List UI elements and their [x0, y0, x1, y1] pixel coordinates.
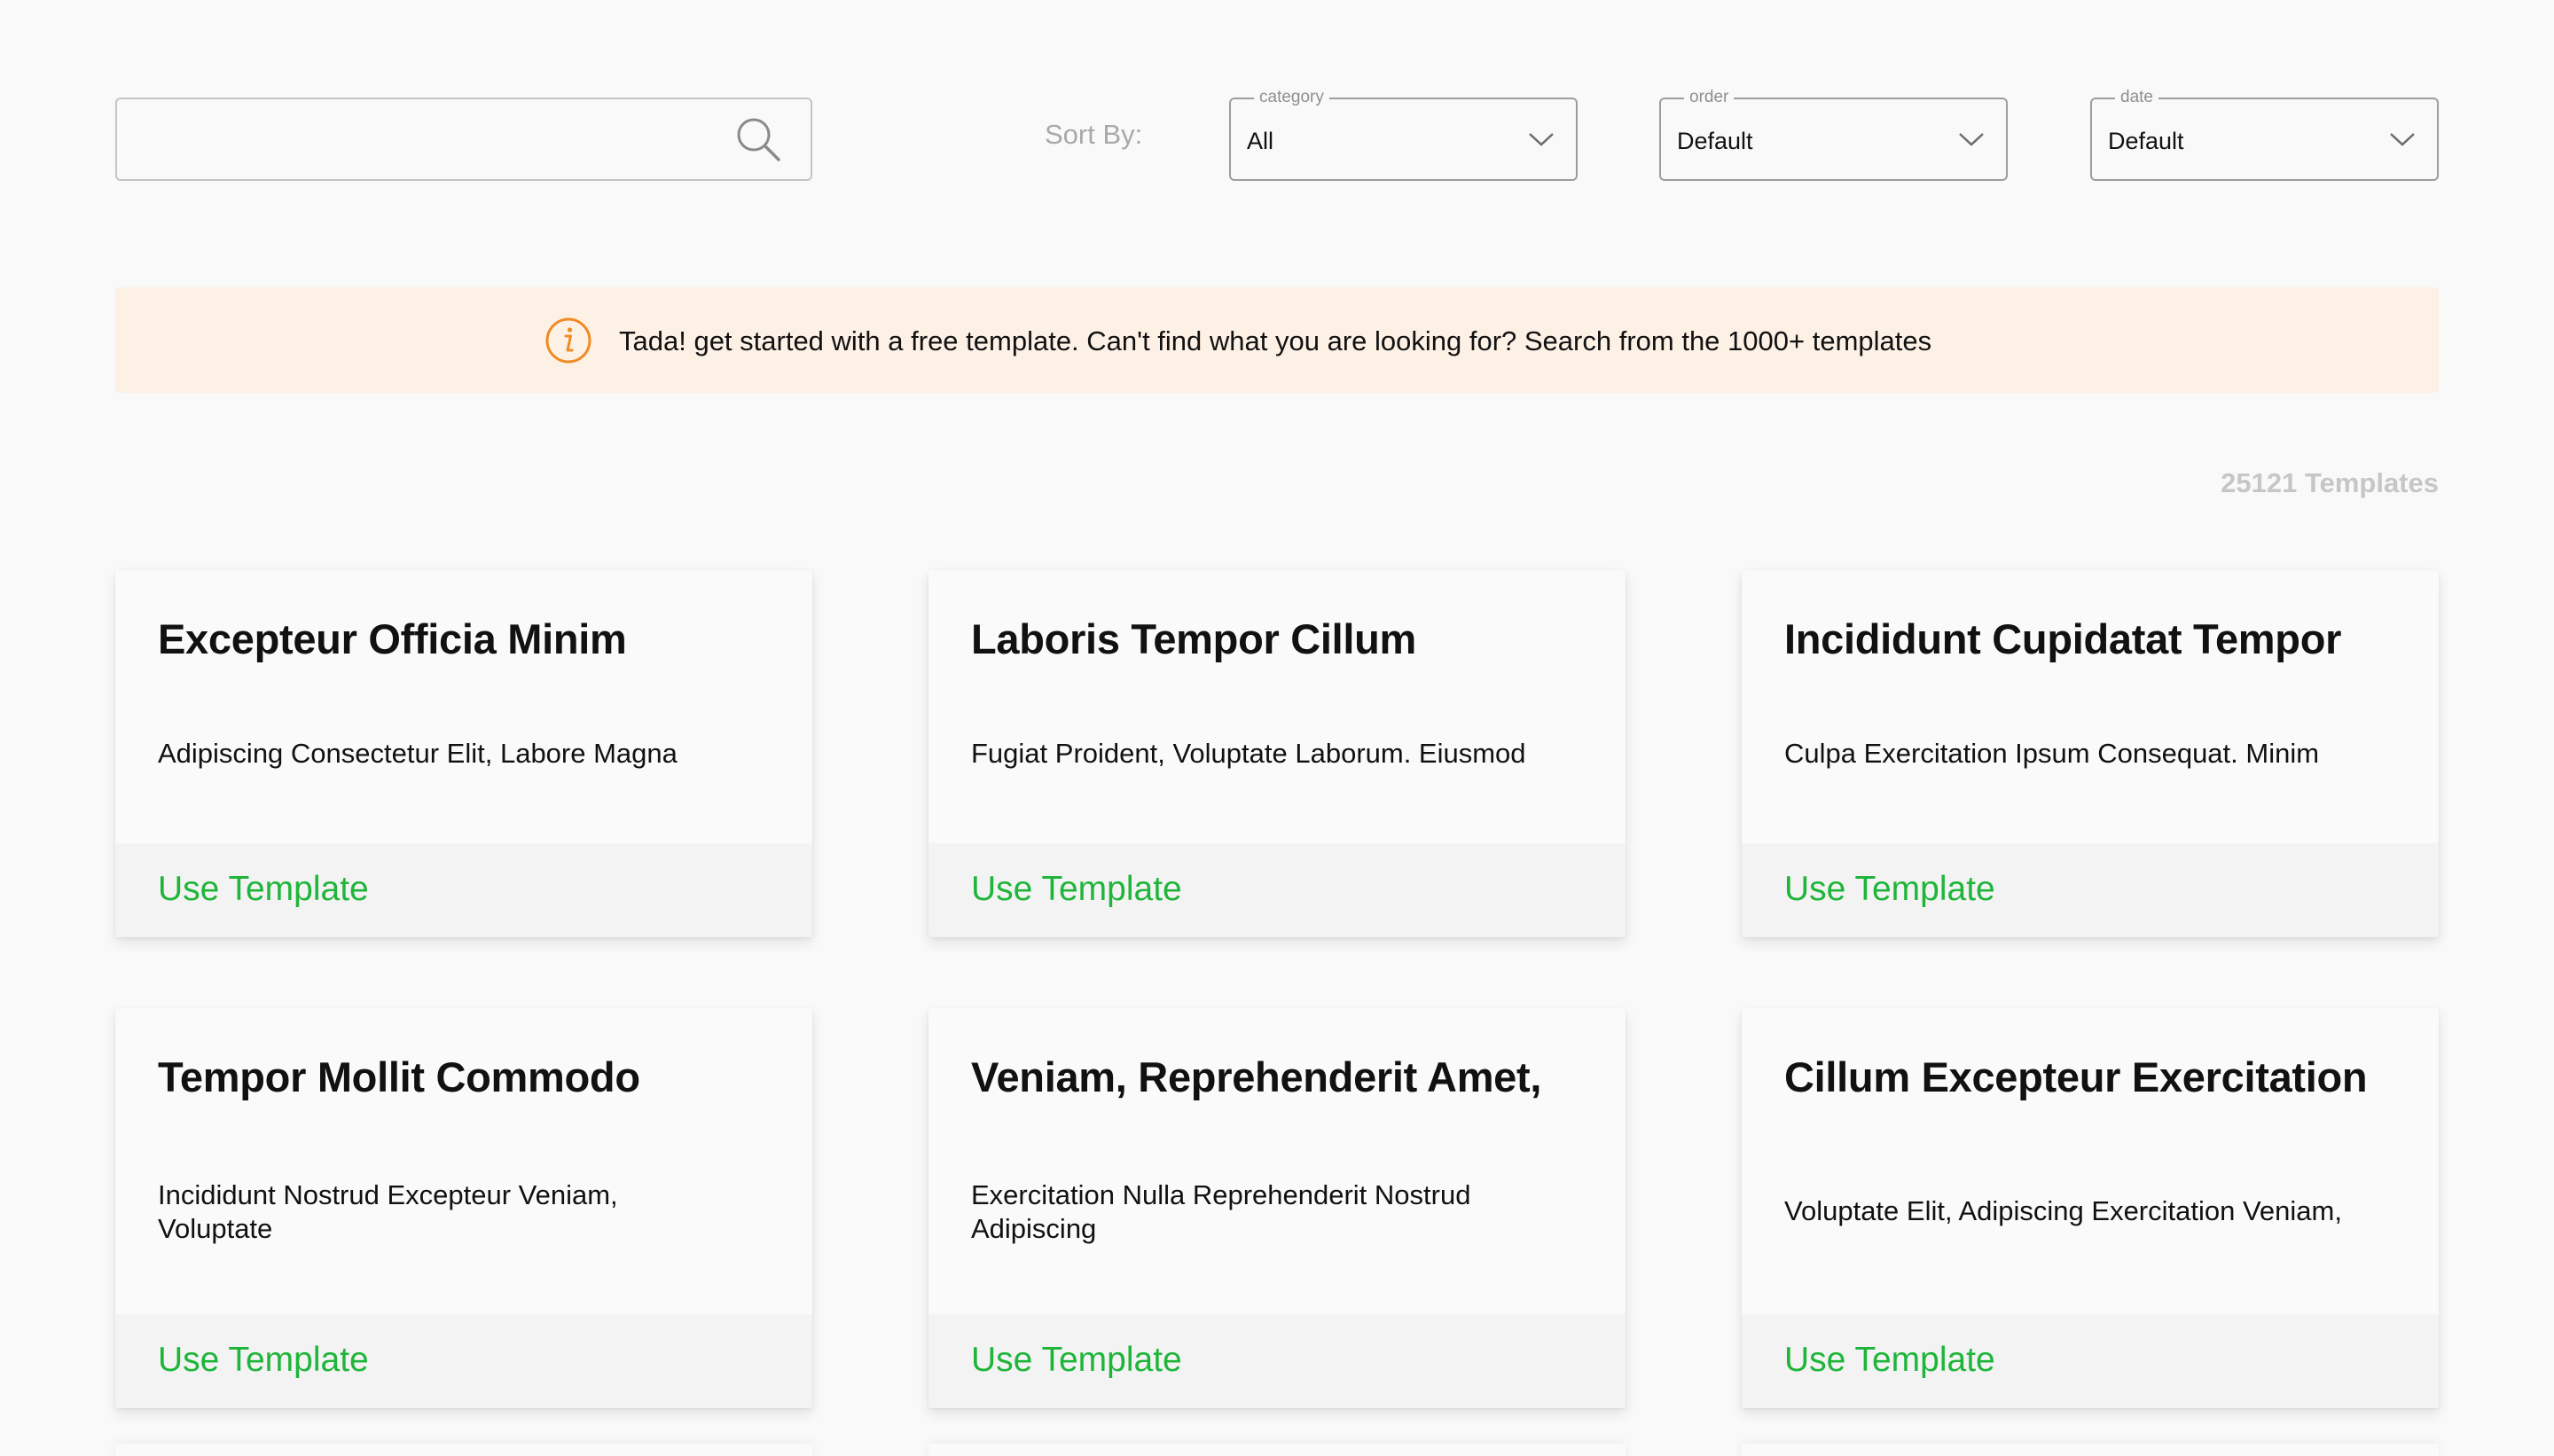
order-select[interactable]: order Default	[1659, 88, 2008, 181]
card-footer: Use Template	[1742, 1314, 2439, 1408]
template-card: Cillum Excepteur Exercitation Voluptate …	[1742, 1008, 2439, 1408]
sort-by-label: Sort By:	[1045, 119, 1143, 150]
template-card-partial	[1742, 1444, 2439, 1456]
card-footer: Use Template	[1742, 843, 2439, 937]
order-select-legend: order	[1684, 88, 1735, 107]
card-footer: Use Template	[115, 843, 812, 937]
template-card-partial	[115, 1444, 812, 1456]
use-template-button[interactable]: Use Template	[971, 870, 1182, 909]
toolbar: Sort By: category All order Default date…	[115, 88, 2439, 181]
category-select-legend: category	[1254, 88, 1329, 107]
template-card: Laboris Tempor Cillum Fugiat Proident, V…	[928, 570, 1626, 937]
card-description: Voluptate Elit, Adipiscing Exercitation …	[1784, 1195, 2342, 1226]
card-description: Adipiscing Consectetur Elit, Labore Magn…	[158, 738, 678, 769]
use-template-button[interactable]: Use Template	[971, 1341, 1182, 1380]
card-title: Cillum Excepteur Exercitation	[1784, 1053, 2368, 1100]
card-title: Laboris Tempor Cillum	[971, 615, 1417, 662]
card-description: Fugiat Proident, Voluptate Laborum. Eius…	[971, 738, 1526, 769]
date-select-legend: date	[2115, 88, 2158, 107]
use-template-button[interactable]: Use Template	[158, 1341, 369, 1380]
card-footer: Use Template	[928, 843, 1626, 937]
card-description: Incididunt Nostrud Excepteur Veniam, Vol…	[158, 1179, 618, 1244]
date-select[interactable]: date Default	[2090, 88, 2439, 181]
info-banner: Tada! get started with a free template. …	[115, 287, 2439, 393]
chevron-down-icon	[1529, 133, 1554, 146]
card-title: Veniam, Reprehenderit Amet,	[971, 1053, 1542, 1100]
template-card: Tempor Mollit Commodo Incididunt Nostrud…	[115, 1008, 812, 1408]
category-select-value: All	[1247, 128, 1274, 154]
template-card: Veniam, Reprehenderit Amet, Exercitation…	[928, 1008, 1626, 1408]
card-title: Tempor Mollit Commodo	[158, 1053, 640, 1100]
templates-page: Sort By: category All order Default date…	[0, 0, 2554, 1456]
use-template-button[interactable]: Use Template	[1784, 1341, 1995, 1380]
card-description: Exercitation Nulla Reprehenderit Nostrud…	[971, 1179, 1471, 1244]
search-input[interactable]	[117, 99, 729, 179]
card-footer: Use Template	[928, 1314, 1626, 1408]
template-card: Excepteur Officia Minim Adipiscing Conse…	[115, 570, 812, 937]
banner-message: Tada! get started with a free template. …	[619, 325, 1932, 356]
order-select-value: Default	[1677, 128, 1753, 154]
search-icon[interactable]	[734, 115, 782, 163]
template-card-partial	[928, 1444, 1626, 1456]
card-footer: Use Template	[115, 1314, 812, 1408]
use-template-button[interactable]: Use Template	[1784, 870, 1995, 909]
chevron-down-icon	[2390, 133, 2415, 146]
template-count: 25121 Templates	[2221, 467, 2439, 498]
category-select[interactable]: category All	[1229, 88, 1578, 181]
info-icon	[545, 317, 591, 364]
card-title: Excepteur Officia Minim	[158, 615, 627, 662]
template-card: Incididunt Cupidatat Tempor Culpa Exerci…	[1742, 570, 2439, 937]
card-title: Incididunt Cupidatat Tempor	[1784, 615, 2342, 662]
chevron-down-icon	[1959, 133, 1984, 146]
date-select-value: Default	[2108, 128, 2184, 154]
use-template-button[interactable]: Use Template	[158, 870, 369, 909]
search-box[interactable]	[115, 98, 812, 181]
card-description: Culpa Exercitation Ipsum Consequat. Mini…	[1784, 738, 2320, 769]
